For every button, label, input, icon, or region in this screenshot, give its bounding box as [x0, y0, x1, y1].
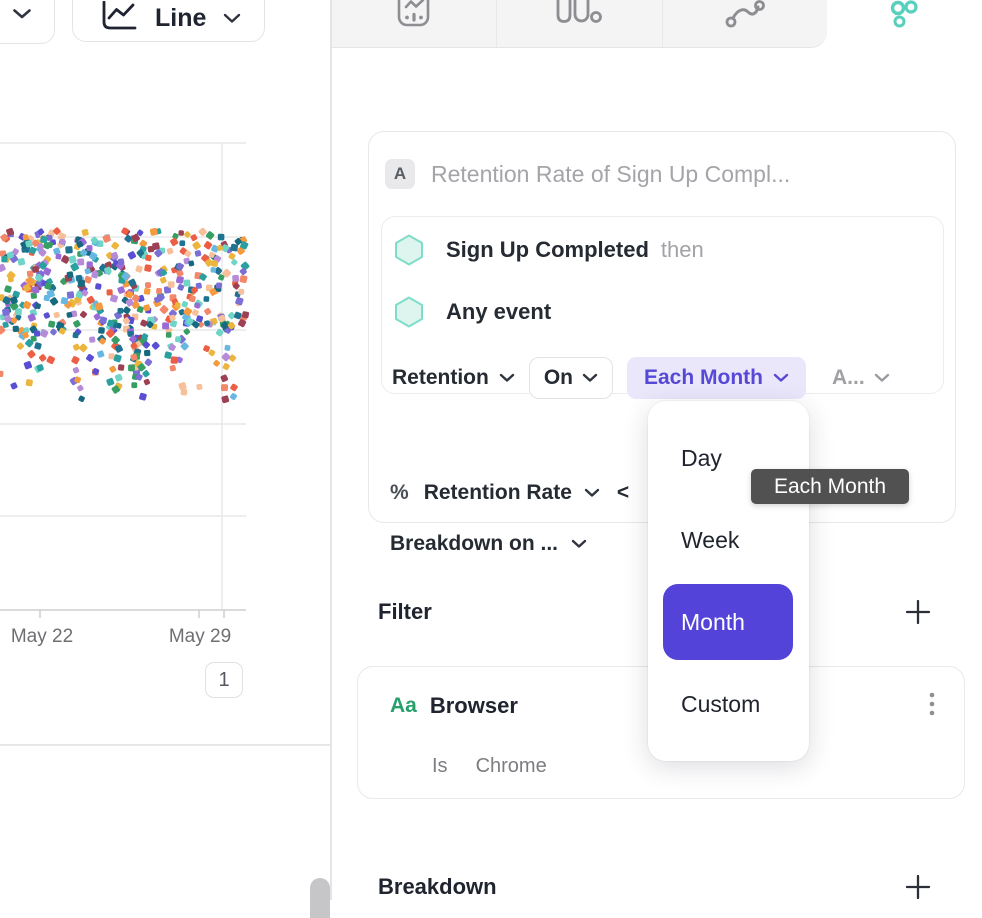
- event-row[interactable]: Sign Up Completed then: [394, 233, 943, 267]
- event-hexagon-icon: [394, 234, 424, 266]
- tooltip-text: Each Month: [774, 475, 886, 499]
- filter-operator[interactable]: Is: [432, 755, 448, 778]
- tab-mini-chart[interactable]: [332, 0, 497, 47]
- measure-dropdown[interactable]: Retention Rate: [424, 481, 600, 505]
- left-panel-divider: [0, 744, 330, 746]
- collapsed-dropdown-button[interactable]: [0, 0, 55, 44]
- filter-title: Filter: [378, 599, 432, 625]
- query-title[interactable]: Retention Rate of Sign Up Compl...: [431, 161, 790, 188]
- chevron-down-icon: [571, 539, 587, 549]
- chart-type-label: Line: [155, 4, 206, 33]
- view-tab-strip: [332, 0, 827, 48]
- on-dropdown-button[interactable]: On: [529, 357, 613, 399]
- panel-divider: [330, 0, 332, 900]
- x-tick-may-29: May 29: [165, 626, 235, 648]
- menu-item-month[interactable]: Month: [648, 581, 809, 663]
- interval-menu: Day Week Month Custom: [648, 401, 809, 761]
- operator-label[interactable]: <: [617, 481, 629, 505]
- filter-condition-row[interactable]: Is Chrome: [432, 755, 547, 778]
- kebab-menu-icon[interactable]: [928, 691, 936, 721]
- property-type-icon: Aa: [390, 694, 417, 718]
- chart-type-button[interactable]: Line: [72, 0, 265, 42]
- event-name: Sign Up Completed: [446, 237, 649, 263]
- chevron-down-icon: [223, 13, 241, 24]
- flow-icon: [725, 1, 765, 29]
- breakdown-title: Breakdown: [378, 874, 497, 900]
- filter-value[interactable]: Chrome: [476, 755, 547, 778]
- breakdown-section-header: Breakdown: [378, 872, 931, 902]
- retention-dropdown[interactable]: Retention: [392, 366, 515, 390]
- interval-dropdown-button[interactable]: Each Month: [627, 357, 806, 399]
- chevron-down-icon: [773, 373, 789, 383]
- filter-property-name: Browser: [430, 693, 518, 719]
- percent-icon: %: [390, 481, 409, 505]
- filter-property-row[interactable]: Aa Browser: [390, 693, 518, 719]
- chevron-down-icon: [582, 373, 598, 383]
- tab-bars[interactable]: [497, 0, 662, 47]
- tab-flow[interactable]: [663, 0, 827, 47]
- interval-tooltip: Each Month: [751, 469, 909, 504]
- event-row[interactable]: Any event: [394, 295, 943, 329]
- x-tick-may-22: May 22: [7, 626, 77, 648]
- menu-item-custom[interactable]: Custom: [648, 663, 809, 745]
- scatter-points: [0, 227, 250, 404]
- series-badge: A: [385, 159, 415, 189]
- mini-chart-icon: [397, 0, 431, 29]
- add-breakdown-plus-icon[interactable]: [905, 874, 931, 900]
- add-filter-plus-icon[interactable]: [905, 599, 931, 625]
- event-hexagon-icon: [394, 296, 424, 328]
- pagination-badge[interactable]: 1: [205, 662, 243, 698]
- query-header: A Retention Rate of Sign Up Compl...: [385, 159, 937, 189]
- event-suffix: then: [661, 237, 704, 263]
- chevron-down-icon: [874, 373, 890, 383]
- menu-item-week[interactable]: Week: [648, 499, 809, 581]
- event-definition-card: Sign Up Completed then Any event Retenti…: [381, 216, 944, 394]
- chevron-down-icon: [499, 373, 515, 383]
- event-name: Any event: [446, 299, 551, 325]
- scrollbar-thumb[interactable]: [310, 878, 330, 918]
- bars-icon: [555, 3, 603, 29]
- tab-scatter-dots-active[interactable]: [884, 0, 922, 30]
- retention-controls-row: Retention On Each Month A...: [394, 357, 943, 399]
- chevron-down-icon: [12, 8, 32, 20]
- chevron-down-icon: [584, 488, 600, 498]
- actives-dropdown[interactable]: A...: [832, 366, 890, 390]
- line-chart-icon: [99, 1, 139, 31]
